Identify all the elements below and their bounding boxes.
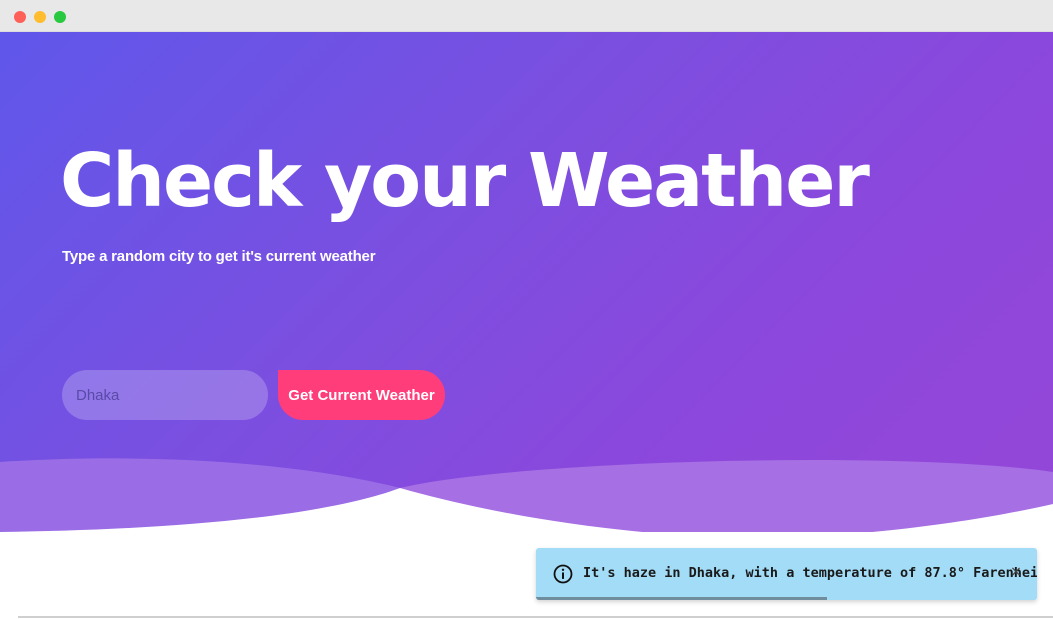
weather-result-toast: It's haze in Dhaka, with a temperature o… bbox=[536, 548, 1037, 600]
city-input[interactable] bbox=[62, 370, 268, 420]
wave-decoration bbox=[0, 458, 1053, 532]
hero-section: Check your Weather Type a random city to… bbox=[0, 32, 1053, 532]
page-title: Check your Weather bbox=[60, 138, 870, 224]
get-current-weather-button[interactable]: Get Current Weather bbox=[278, 370, 445, 420]
bottom-border bbox=[18, 616, 1053, 618]
window-titlebar bbox=[0, 0, 1053, 32]
info-icon bbox=[553, 564, 573, 584]
close-icon[interactable]: × bbox=[1007, 563, 1025, 581]
toast-message: It's haze in Dhaka, with a temperature o… bbox=[583, 565, 1037, 581]
maximize-window-button[interactable] bbox=[54, 11, 66, 23]
browser-window: Check your Weather Type a random city to… bbox=[0, 0, 1053, 619]
minimize-window-button[interactable] bbox=[34, 11, 46, 23]
close-window-button[interactable] bbox=[14, 11, 26, 23]
toast-progress-bar bbox=[536, 597, 827, 600]
page-subtitle: Type a random city to get it's current w… bbox=[62, 248, 376, 265]
